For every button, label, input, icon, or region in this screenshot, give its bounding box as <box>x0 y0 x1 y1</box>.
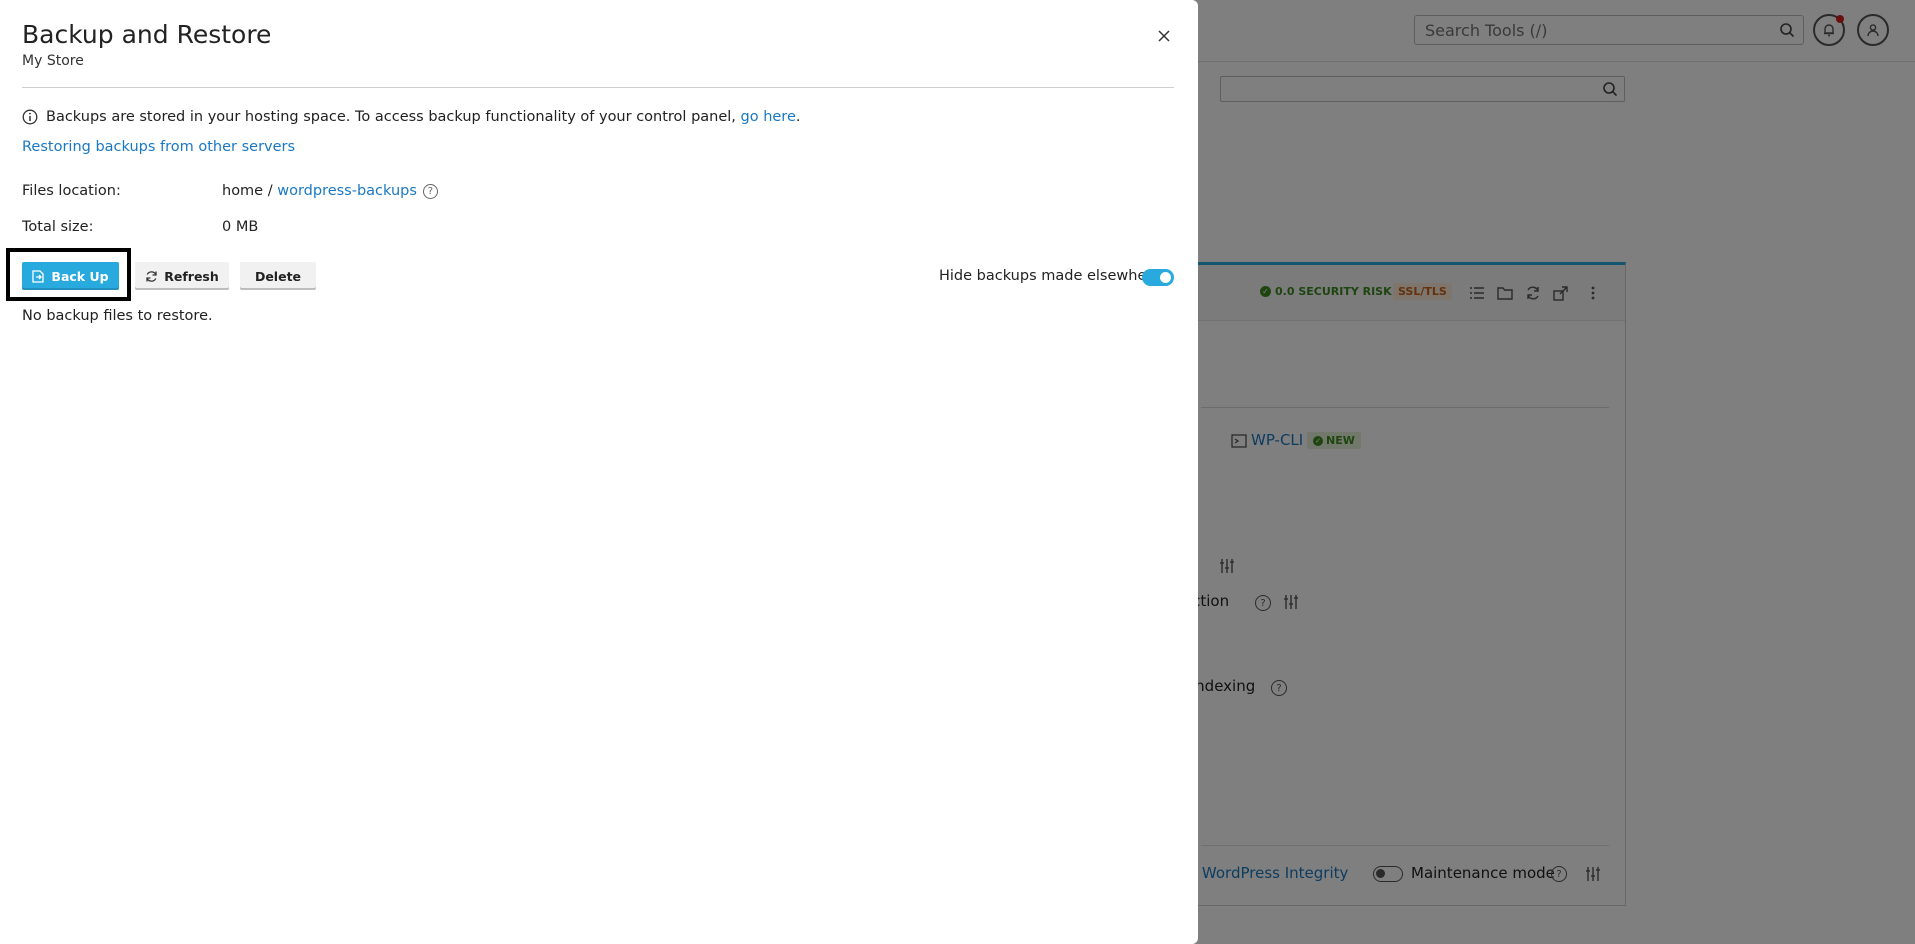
wordpress-backups-link[interactable]: wordpress-backups <box>277 183 417 199</box>
back-up-label: Back Up <box>51 268 109 284</box>
info-icon <box>22 109 38 125</box>
info-text-end: . <box>795 109 801 125</box>
backup-icon <box>32 269 45 283</box>
hide-backups-toggle[interactable] <box>1142 269 1174 286</box>
back-up-button[interactable]: Back Up <box>22 262 119 290</box>
close-icon <box>1158 30 1170 42</box>
total-size-value: 0 MB <box>222 219 259 235</box>
refresh-label: Refresh <box>164 268 219 284</box>
info-text: Backups are stored in your hosting space… <box>46 109 736 125</box>
info-message: Backups are stored in your hosting space… <box>22 109 800 125</box>
files-location-label: Files location: <box>22 183 121 199</box>
hide-backups-label: Hide backups made elsewhere <box>939 268 1161 284</box>
backup-restore-drawer: Backup and Restore My Store Backups are … <box>0 0 1198 944</box>
total-size-label: Total size: <box>22 219 94 235</box>
close-button[interactable] <box>1152 24 1176 48</box>
delete-button[interactable]: Delete <box>240 262 316 290</box>
restoring-backups-link[interactable]: Restoring backups from other servers <box>22 139 295 155</box>
files-location-root: home / <box>222 183 273 199</box>
toggle-knob <box>1160 272 1171 283</box>
header-divider <box>22 87 1174 88</box>
go-here-link[interactable]: go here <box>741 109 796 125</box>
refresh-icon <box>146 270 157 282</box>
help-icon[interactable]: ? <box>422 183 438 199</box>
delete-label: Delete <box>254 268 302 284</box>
drawer-title: Backup and Restore <box>22 20 272 49</box>
refresh-button[interactable]: Refresh <box>135 262 229 290</box>
drawer-subtitle: My Store <box>22 53 84 69</box>
files-location-value: home / wordpress-backups ? <box>222 183 438 199</box>
empty-state-message: No backup files to restore. <box>22 308 213 324</box>
